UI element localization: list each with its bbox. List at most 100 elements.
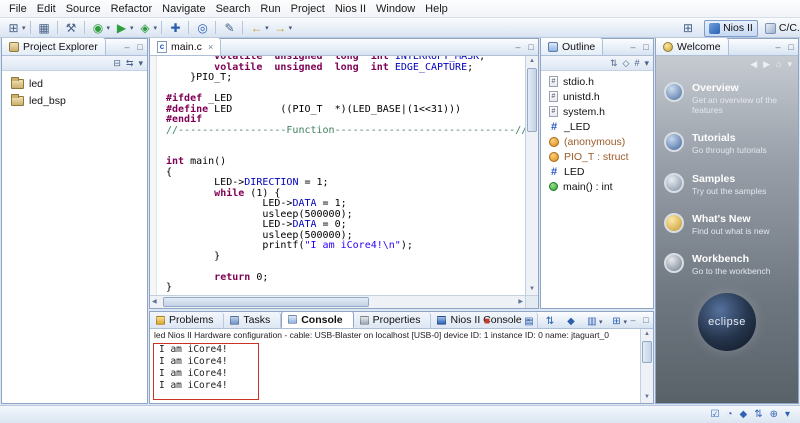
welcome-tab[interactable]: Welcome: [656, 38, 729, 55]
menu-item[interactable]: Source: [61, 1, 106, 17]
open-console-icon[interactable]: ⊞▾: [608, 313, 629, 331]
menu-item[interactable]: Edit: [32, 1, 61, 17]
tab-problems[interactable]: Problems: [150, 312, 224, 328]
minimize-icon[interactable]: –: [773, 40, 783, 54]
menu-item[interactable]: File: [4, 1, 32, 17]
maximize-icon[interactable]: □: [641, 40, 651, 54]
save-icon[interactable]: ▦: [35, 19, 55, 37]
view-menu-icon[interactable]: ▾: [787, 59, 792, 70]
status-check-icon[interactable]: ☑: [710, 407, 719, 423]
minimize-icon[interactable]: –: [628, 40, 638, 54]
menu-item[interactable]: Nios II: [330, 1, 371, 17]
maximize-icon[interactable]: □: [135, 40, 145, 54]
perspective-nios-button[interactable]: Nios II: [704, 20, 758, 37]
build-all-icon[interactable]: ⚒: [62, 19, 82, 37]
display-selected-console-icon[interactable]: ▥▾: [584, 313, 605, 331]
view-menu-icon[interactable]: ▾: [138, 57, 143, 70]
outline-item[interactable]: LED: [541, 164, 653, 179]
outline-item[interactable]: system.h: [541, 104, 653, 119]
run-icon[interactable]: ▶▾: [112, 19, 136, 37]
scrollbar-thumb[interactable]: [642, 341, 652, 363]
scroll-left-icon[interactable]: ◀: [152, 297, 157, 308]
maximize-icon[interactable]: □: [526, 40, 536, 54]
outline-item[interactable]: _LED: [541, 119, 653, 134]
status-bar: ☑ ◔ ◆ ⇅ ⊕ ▾: [0, 405, 800, 423]
scroll-lock-icon[interactable]: ⇅: [542, 313, 559, 331]
editor-horizontal-scrollbar[interactable]: ◀ ▶: [150, 295, 525, 308]
search-icon[interactable]: ◎: [193, 19, 213, 37]
status-plus-icon[interactable]: ⊕: [770, 407, 778, 423]
editor-tab-main-c[interactable]: main.c ×: [150, 38, 221, 55]
menu-item[interactable]: Navigate: [157, 1, 210, 17]
new-c-project-icon[interactable]: ✚: [166, 19, 186, 37]
welcome-section[interactable]: SamplesTry out the samples: [656, 173, 798, 196]
menu-item[interactable]: Help: [420, 1, 453, 17]
outline-item[interactable]: PIO_T : struct: [541, 149, 653, 164]
view-menu-icon[interactable]: ▾: [644, 57, 649, 70]
clear-console-icon[interactable]: ▤: [521, 313, 538, 331]
forward-icon[interactable]: →▾: [271, 19, 295, 37]
console-scrollbar[interactable]: ▲ ▼: [640, 329, 653, 403]
back-icon[interactable]: ◀: [750, 59, 757, 70]
close-icon[interactable]: ×: [208, 42, 213, 52]
scrollbar-thumb[interactable]: [527, 68, 537, 132]
forward-icon[interactable]: ▶: [763, 59, 770, 70]
tab-console[interactable]: Console: [281, 311, 353, 328]
external-tools-icon[interactable]: ◈▾: [136, 19, 160, 37]
terminate-icon[interactable]: ■: [479, 313, 496, 331]
menu-item[interactable]: Run: [255, 1, 285, 17]
scroll-down-icon[interactable]: ▼: [526, 284, 538, 295]
tab-properties[interactable]: Properties: [354, 312, 432, 328]
new-wizard-icon[interactable]: ⊞▾: [4, 19, 28, 37]
collapse-all-icon[interactable]: ⊟: [113, 57, 121, 70]
scroll-right-icon[interactable]: ▶: [518, 297, 523, 308]
scroll-down-icon[interactable]: ▼: [641, 392, 653, 403]
project-tree-item[interactable]: led_bsp: [2, 92, 147, 109]
home-icon[interactable]: ⌂: [776, 59, 781, 69]
menu-item[interactable]: Project: [286, 1, 330, 17]
welcome-section[interactable]: WorkbenchGo to the workbench: [656, 253, 798, 276]
sort-icon[interactable]: ⇅: [610, 57, 618, 70]
project-explorer-tab[interactable]: Project Explorer: [2, 38, 106, 55]
welcome-section[interactable]: OverviewGet an overview of the features: [656, 82, 798, 115]
outline-item[interactable]: unistd.h: [541, 89, 653, 104]
remove-launch-icon[interactable]: ×: [500, 313, 517, 331]
maximize-icon[interactable]: □: [786, 40, 796, 54]
perspective-cpp-button[interactable]: C/C...: [760, 20, 800, 37]
hide-macros-icon[interactable]: #: [634, 57, 639, 70]
status-sync-icon[interactable]: ⇅: [754, 407, 762, 423]
outline-toolbar: ⇅ ◇ # ▾: [541, 56, 653, 71]
project-tree-item[interactable]: led: [2, 75, 147, 92]
scrollbar-thumb[interactable]: [163, 297, 369, 307]
scroll-up-icon[interactable]: ▲: [526, 56, 538, 67]
status-progress-icon[interactable]: ◔: [726, 407, 732, 423]
minimize-icon[interactable]: –: [513, 40, 523, 54]
status-gem-icon[interactable]: ◆: [739, 407, 747, 423]
hide-fields-icon[interactable]: ◇: [623, 57, 630, 70]
menu-item[interactable]: Search: [211, 1, 256, 17]
minimize-icon[interactable]: –: [122, 40, 132, 54]
last-edit-location-icon[interactable]: ✎: [220, 19, 240, 37]
outline-item[interactable]: main() : int: [541, 179, 653, 194]
code-area[interactable]: volatile unsigned long int INTERRUPT_MAS…: [157, 56, 525, 295]
outline-item[interactable]: stdio.h: [541, 74, 653, 89]
scroll-up-icon[interactable]: ▲: [641, 329, 653, 340]
editor-vertical-scrollbar[interactable]: ▲ ▼: [525, 56, 538, 295]
pin-console-icon[interactable]: ◆: [563, 313, 580, 331]
outline-tab[interactable]: Outline: [541, 38, 603, 55]
welcome-section[interactable]: What's NewFind out what is new: [656, 213, 798, 236]
debug-icon[interactable]: ◉▾: [89, 19, 113, 37]
outline-item[interactable]: (anonymous): [541, 134, 653, 149]
menu-item[interactable]: Refactor: [106, 1, 158, 17]
minimize-icon[interactable]: –: [628, 313, 638, 327]
maximize-icon[interactable]: □: [641, 313, 651, 327]
back-icon[interactable]: ←▾: [247, 19, 271, 37]
editor-content: volatile unsigned long int INTERRUPT_MAS…: [150, 56, 525, 295]
welcome-section[interactable]: TutorialsGo through tutorials: [656, 132, 798, 155]
link-with-editor-icon[interactable]: ⇆: [126, 57, 134, 70]
project-name: led_bsp: [29, 95, 66, 107]
menu-item[interactable]: Window: [371, 1, 420, 17]
tab-tasks[interactable]: Tasks: [224, 312, 281, 328]
open-perspective-icon[interactable]: ⊞: [680, 21, 696, 35]
status-menu-icon[interactable]: ▾: [785, 407, 790, 423]
